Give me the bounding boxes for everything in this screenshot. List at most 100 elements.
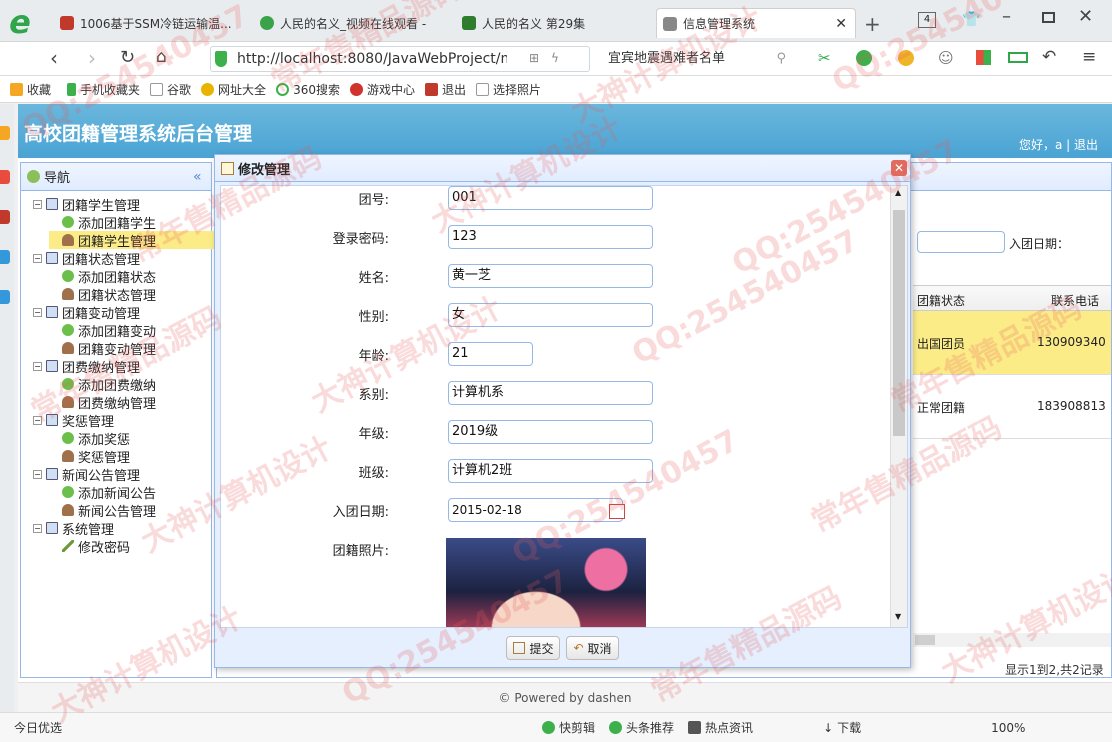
- side-tool-icon[interactable]: [0, 250, 10, 264]
- close-tab-icon[interactable]: ✕: [835, 16, 847, 32]
- menu-icon[interactable]: ≡: [1082, 47, 1096, 67]
- minimize-button[interactable]: –: [1002, 6, 1011, 27]
- tab-3[interactable]: 人民的名义 第29集: [456, 8, 650, 38]
- side-tool-icon[interactable]: [0, 290, 10, 304]
- horizontal-scrollbar[interactable]: [913, 633, 1111, 647]
- flash-icon[interactable]: ϟ: [551, 51, 559, 65]
- tree-folder[interactable]: − 团费缴纳管理: [33, 357, 140, 376]
- tree-folder[interactable]: − 系统管理: [33, 519, 114, 538]
- tree-item[interactable]: 添加新闻公告: [49, 483, 156, 502]
- tab-1[interactable]: 1006基于SSM冷链运输温...: [54, 8, 248, 38]
- search-icon[interactable]: ⚲: [776, 46, 786, 72]
- tab-4-active[interactable]: 信息管理系统 ✕: [656, 8, 856, 38]
- bookmark-sites[interactable]: 网址大全: [201, 81, 266, 98]
- column-header[interactable]: 联系电话: [1051, 292, 1099, 309]
- text-field[interactable]: 计算机系: [448, 381, 653, 405]
- tree-item[interactable]: 修改密码: [49, 537, 130, 556]
- side-tool-icon[interactable]: [0, 210, 10, 224]
- dialog-header[interactable]: 修改管理 ✕: [215, 155, 910, 182]
- refresh-icon[interactable]: ↻: [120, 47, 135, 68]
- text-field[interactable]: 123: [448, 225, 653, 249]
- tree-item[interactable]: 团籍变动管理: [49, 339, 156, 358]
- collapse-toggle-icon[interactable]: −: [33, 253, 42, 263]
- tree-item[interactable]: 新闻公告管理: [49, 501, 156, 520]
- status-hotnews[interactable]: 热点资讯: [688, 719, 753, 736]
- home-icon[interactable]: ⌂: [156, 47, 167, 67]
- tree-folder[interactable]: − 团籍学生管理: [33, 195, 140, 214]
- bookmark-360[interactable]: 360搜索: [276, 81, 340, 98]
- vertical-scrollbar[interactable]: ▲ ▼: [890, 186, 907, 627]
- battery-icon[interactable]: [1008, 52, 1028, 63]
- collapse-toggle-icon[interactable]: −: [33, 415, 42, 425]
- collapse-toggle-icon[interactable]: −: [33, 199, 42, 209]
- text-field[interactable]: 001: [448, 186, 653, 210]
- tree-item[interactable]: 团籍状态管理: [49, 285, 156, 304]
- status-zoom[interactable]: 100%: [991, 721, 1025, 735]
- tree-folder[interactable]: − 奖惩管理: [33, 411, 114, 430]
- tree-item[interactable]: 添加团籍学生: [49, 213, 156, 232]
- forward-icon[interactable]: ›: [88, 46, 96, 70]
- tree-folder[interactable]: − 团籍状态管理: [33, 249, 140, 268]
- face-icon[interactable]: ☺: [938, 49, 954, 67]
- tree-item[interactable]: 添加奖惩: [49, 429, 130, 448]
- shirt-icon[interactable]: 👕: [962, 10, 981, 28]
- table-row[interactable]: 正常团籍 183908813: [913, 375, 1111, 439]
- welcome-logout[interactable]: 您好，a | 退出: [1019, 136, 1098, 153]
- bookmark-games[interactable]: 游戏中心: [349, 81, 415, 98]
- back-icon[interactable]: ‹: [50, 46, 58, 70]
- status-download[interactable]: ↓ 下载: [823, 719, 861, 736]
- qr-icon[interactable]: ⊞: [529, 51, 539, 65]
- calendar-icon[interactable]: [609, 504, 625, 519]
- translate-icon[interactable]: [856, 50, 872, 66]
- date-field[interactable]: 2015-02-18: [448, 498, 623, 522]
- text-field[interactable]: 21: [448, 342, 533, 366]
- collapse-toggle-icon[interactable]: −: [33, 307, 42, 317]
- tab-count-badge[interactable]: 4: [918, 12, 936, 28]
- bookmark-photo[interactable]: 选择照片: [476, 81, 541, 98]
- submit-button[interactable]: 提交: [506, 636, 561, 660]
- apps-icon[interactable]: [976, 50, 991, 65]
- maximize-button[interactable]: [1042, 12, 1055, 23]
- status-today[interactable]: 今日优选: [14, 719, 62, 736]
- tree-folder[interactable]: − 团籍变动管理: [33, 303, 140, 322]
- side-tool-icon[interactable]: [0, 126, 10, 140]
- tab-2[interactable]: 人民的名义_视频在线观看 -: [254, 8, 448, 38]
- bookmark-favorites[interactable]: 收藏: [10, 81, 51, 98]
- scroll-thumb[interactable]: [893, 210, 905, 436]
- browser-logo-icon[interactable]: e: [0, 4, 40, 40]
- tree-item[interactable]: 团籍学生管理: [49, 231, 221, 250]
- tree-item[interactable]: 添加团籍状态: [49, 267, 156, 286]
- bookmark-mobile[interactable]: 手机收藏夹: [67, 81, 140, 98]
- column-header[interactable]: 团籍状态: [917, 292, 965, 309]
- url-field[interactable]: http://localhost:8080/JavaWebProject/m ⊞…: [210, 46, 590, 72]
- text-field[interactable]: 2019级: [448, 420, 653, 444]
- bookmark-google[interactable]: 谷歌: [150, 81, 191, 98]
- tree-folder[interactable]: − 新闻公告管理: [33, 465, 140, 484]
- scissors-icon[interactable]: ✂: [818, 49, 831, 67]
- table-row[interactable]: 出国团员 130909340: [913, 311, 1111, 375]
- tree-item[interactable]: 团费缴纳管理: [49, 393, 156, 412]
- side-tool-icon[interactable]: [0, 170, 10, 184]
- collapse-toggle-icon[interactable]: −: [33, 523, 42, 533]
- collapse-toggle-icon[interactable]: −: [33, 469, 42, 479]
- cancel-button[interactable]: ↶ 取消: [566, 636, 619, 660]
- tree-item[interactable]: 奖惩管理: [49, 447, 130, 466]
- close-window-button[interactable]: ✕: [1078, 6, 1093, 27]
- tree-item[interactable]: 添加团费缴纳: [49, 375, 156, 394]
- bookmark-exit[interactable]: 退出: [424, 81, 466, 98]
- search-date-input[interactable]: [917, 231, 1005, 253]
- status-headline[interactable]: 头条推荐: [609, 719, 674, 736]
- scroll-down-icon[interactable]: ▼: [895, 612, 901, 621]
- search-field[interactable]: 宜宾地震遇难者名单 ⚲: [600, 46, 796, 72]
- status-clip[interactable]: 快剪辑: [542, 719, 595, 736]
- scroll-thumb[interactable]: [915, 635, 935, 645]
- undo-icon[interactable]: ↶: [1042, 47, 1056, 67]
- collapse-icon[interactable]: «: [193, 169, 202, 185]
- text-field[interactable]: 计算机2班: [448, 459, 653, 483]
- text-field[interactable]: 女: [448, 303, 653, 327]
- tree-item[interactable]: 添加团籍变动: [49, 321, 156, 340]
- text-field[interactable]: 黄一芝: [448, 264, 653, 288]
- coin-icon[interactable]: [898, 50, 914, 66]
- scroll-up-icon[interactable]: ▲: [895, 188, 901, 197]
- dialog-close-button[interactable]: ✕: [891, 160, 907, 176]
